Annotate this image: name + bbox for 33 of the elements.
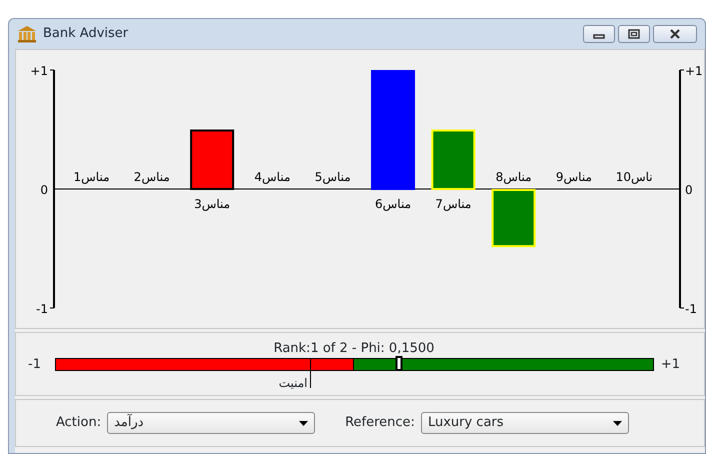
category-label: مناس9 bbox=[556, 170, 592, 184]
maximize-icon bbox=[628, 29, 640, 39]
scale-max-label: +1 bbox=[660, 356, 680, 374]
bank-icon bbox=[17, 25, 37, 43]
category-label: مناس6 bbox=[375, 197, 411, 211]
rank-caption: Rank:1 of 2 - Phi: 0,1500 bbox=[274, 341, 434, 356]
axis-tick-label: -1 bbox=[36, 302, 48, 316]
category-label: مناس2 bbox=[134, 170, 170, 184]
caret-icon bbox=[299, 420, 308, 426]
category-label: مناس5 bbox=[314, 170, 351, 184]
close-icon bbox=[669, 29, 681, 39]
axis-tick-label: 0 bbox=[40, 183, 48, 197]
field-label: Reference: bbox=[345, 414, 415, 432]
minimize-button[interactable] bbox=[583, 25, 615, 43]
field-label: Action: bbox=[56, 414, 102, 432]
caret-icon bbox=[612, 420, 622, 426]
axis-tick-label: 0 bbox=[685, 183, 693, 197]
dropdown[interactable]: درآمد bbox=[107, 412, 316, 434]
maximize-button[interactable] bbox=[618, 25, 650, 43]
category-label: مناس7 bbox=[435, 197, 472, 211]
category-label: مناس1 bbox=[74, 170, 110, 184]
scale-min-label: -1 bbox=[28, 356, 42, 374]
axis-tick-label: +1 bbox=[685, 64, 702, 78]
axis-tick-label: +1 bbox=[30, 64, 48, 78]
category-label: ناس10 bbox=[616, 170, 653, 184]
axis-tick-label: -1 bbox=[685, 302, 697, 316]
category-label: مناس4 bbox=[254, 170, 290, 184]
dropdown[interactable]: Luxury cars bbox=[420, 412, 629, 434]
marker-label: امنیت bbox=[278, 375, 308, 392]
category-label: مناس8 bbox=[496, 170, 532, 184]
window-title: Bank Adviser bbox=[43, 25, 128, 44]
category-label: مناس3 bbox=[194, 197, 230, 211]
close-button[interactable] bbox=[653, 25, 697, 43]
